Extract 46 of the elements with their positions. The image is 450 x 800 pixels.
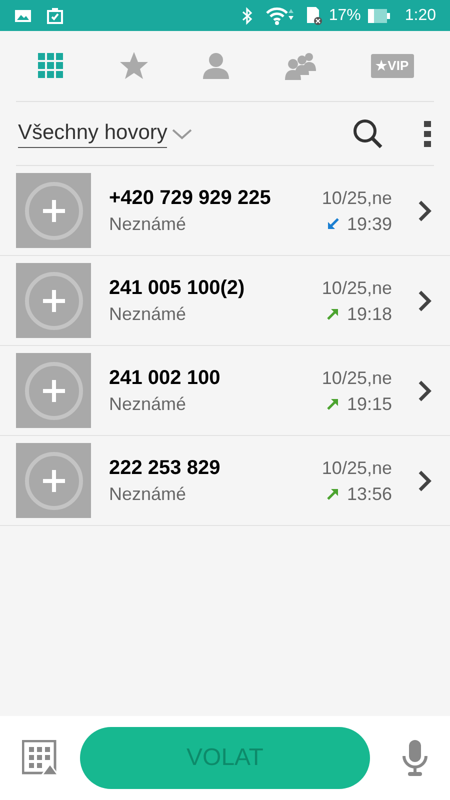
chevron-right-icon[interactable] <box>418 290 432 312</box>
people-tab[interactable] <box>284 51 318 81</box>
call-time: 19:18 <box>346 302 392 326</box>
outgoing-call-arrow-icon <box>326 398 339 410</box>
sd-card-icon <box>304 6 323 26</box>
add-contact-avatar[interactable] <box>16 443 91 518</box>
more-options-icon[interactable] <box>424 120 432 148</box>
contact-label: Neznámé <box>109 482 188 506</box>
vip-tab[interactable]: ★VIP <box>370 54 414 78</box>
incoming-call-arrow-icon <box>326 218 339 230</box>
add-contact-avatar[interactable] <box>16 353 91 428</box>
image-icon <box>14 8 32 22</box>
chevron-right-icon[interactable] <box>418 380 432 402</box>
phone-number: 222 253 829 <box>109 456 222 480</box>
dialpad-icon[interactable] <box>22 740 58 776</box>
chevron-down-icon <box>171 126 194 140</box>
contact-label: Neznámé <box>109 302 188 326</box>
call-time: 19:15 <box>346 392 392 416</box>
search-icon[interactable] <box>352 118 384 150</box>
person-tab[interactable] <box>201 51 232 81</box>
phone-number: +420 729 929 225 <box>109 186 272 210</box>
call-time: 13:56 <box>346 482 392 506</box>
clock: 1:20 <box>404 6 436 26</box>
call-date: 10/25,ne <box>322 276 392 300</box>
chevron-right-icon[interactable] <box>418 200 432 222</box>
clipboard-icon <box>46 6 64 24</box>
call-time: 19:39 <box>346 212 392 236</box>
call-filter-dropdown[interactable]: Všechny hovory <box>18 119 194 148</box>
outgoing-call-arrow-icon <box>326 308 339 320</box>
battery-icon <box>366 8 391 24</box>
call-date: 10/25,ne <box>322 456 392 480</box>
phone-number: 241 002 100 <box>109 366 222 390</box>
call-date: 10/25,ne <box>322 186 392 210</box>
phone-number: 241 005 100(2) <box>109 276 246 300</box>
contact-label: Neznámé <box>109 392 188 416</box>
add-contact-avatar[interactable] <box>16 263 91 338</box>
outgoing-call-arrow-icon <box>326 488 339 500</box>
contact-label: Neznámé <box>109 212 188 236</box>
star-tab[interactable] <box>118 51 149 81</box>
add-contact-avatar[interactable] <box>16 173 91 248</box>
battery-percent: 17% <box>328 6 361 26</box>
call-date: 10/25,ne <box>322 366 392 390</box>
microphone-icon[interactable] <box>402 739 428 777</box>
bluetooth-icon <box>240 6 253 24</box>
chevron-right-icon[interactable] <box>418 470 432 492</box>
wifi-icon <box>264 6 295 26</box>
